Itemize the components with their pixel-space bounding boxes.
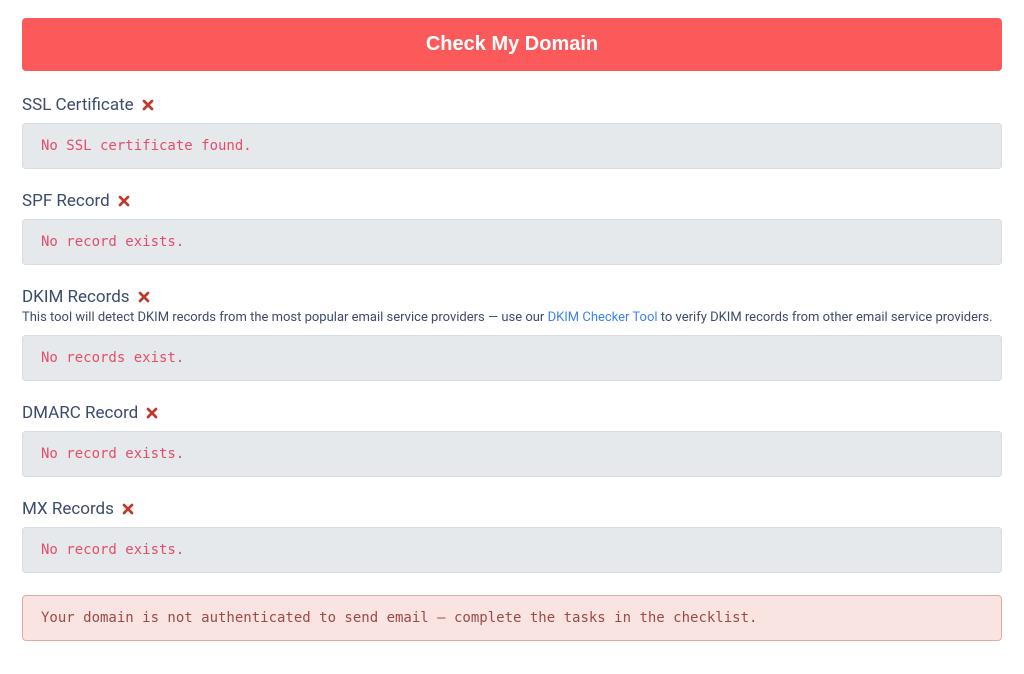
dmarc-title: DMARC Record — [22, 403, 138, 423]
spf-title-row: SPF Record — [22, 191, 1002, 211]
fail-icon — [140, 97, 156, 113]
dkim-message-box: No records exist. — [22, 335, 1002, 381]
fail-icon — [144, 405, 160, 421]
dkim-title-row: DKIM Records — [22, 287, 1002, 307]
dkim-checker-link[interactable]: DKIM Checker Tool — [548, 310, 658, 325]
fail-icon — [136, 289, 152, 305]
dmarc-section: DMARC Record No record exists. — [22, 403, 1002, 477]
ssl-section: SSL Certificate No SSL certificate found… — [22, 95, 1002, 169]
ssl-message-box: No SSL certificate found. — [22, 123, 1002, 169]
dkim-section: DKIM Records This tool will detect DKIM … — [22, 287, 1002, 381]
dkim-note: This tool will detect DKIM records from … — [22, 309, 1002, 327]
ssl-title-row: SSL Certificate — [22, 95, 1002, 115]
dkim-note-prefix: This tool will detect DKIM records from … — [22, 310, 548, 325]
mx-section: MX Records No record exists. — [22, 499, 1002, 573]
mx-title: MX Records — [22, 499, 114, 519]
spf-message-box: No record exists. — [22, 219, 1002, 265]
dkim-title: DKIM Records — [22, 287, 130, 307]
dmarc-message-box: No record exists. — [22, 431, 1002, 477]
fail-icon — [120, 501, 136, 517]
spf-title: SPF Record — [22, 191, 110, 211]
mx-title-row: MX Records — [22, 499, 1002, 519]
auth-alert: Your domain is not authenticated to send… — [22, 595, 1002, 641]
dmarc-title-row: DMARC Record — [22, 403, 1002, 423]
spf-section: SPF Record No record exists. — [22, 191, 1002, 265]
dkim-note-suffix: to verify DKIM records from other email … — [658, 310, 993, 325]
check-domain-button[interactable]: Check My Domain — [22, 18, 1002, 71]
fail-icon — [116, 193, 132, 209]
ssl-title: SSL Certificate — [22, 95, 134, 115]
mx-message-box: No record exists. — [22, 527, 1002, 573]
